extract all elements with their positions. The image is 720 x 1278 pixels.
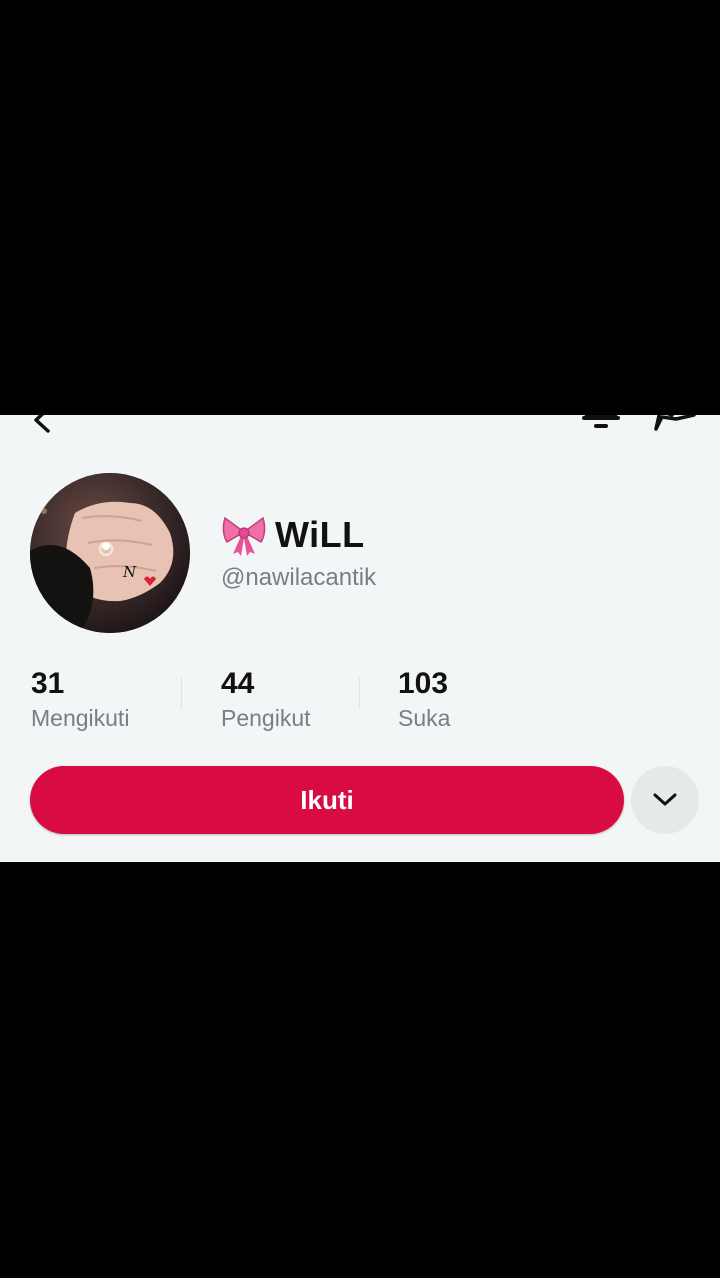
stat-followers-value: 44 [221,667,255,700]
stat-likes[interactable]: 103 Suka [398,667,450,733]
more-options-button[interactable] [631,766,699,834]
stat-likes-label: Suka [398,705,451,731]
avatar-initial: N [122,563,137,581]
username: @nawilacantik [221,564,377,591]
stat-following-value: 31 [31,667,65,700]
back-arrow-icon[interactable] [26,415,56,433]
display-name: WiLL [275,514,365,555]
bell-icon[interactable] [578,415,624,435]
share-icon[interactable] [650,415,698,433]
follow-button[interactable]: Ikuti [30,766,624,834]
stat-divider [359,677,360,709]
profile-panel: N WiLL @nawilacantik 31 Mengikuti 44 Pen… [0,415,720,862]
name-row: WiLL [221,513,365,557]
stat-divider [181,677,182,709]
chevron-down-icon [653,793,677,806]
stat-followers-label: Pengikut [221,705,311,731]
avatar-photo: N [30,473,190,633]
stat-likes-value: 103 [398,667,449,700]
top-letterbox [0,0,720,415]
stat-followers[interactable]: 44 Pengikut [221,667,311,733]
avatar[interactable]: N [30,473,190,633]
stat-following[interactable]: 31 Mengikuti [31,667,129,733]
ribbon-bow-icon [222,516,266,556]
bottom-letterbox [0,862,720,1278]
stat-following-label: Mengikuti [31,705,130,731]
